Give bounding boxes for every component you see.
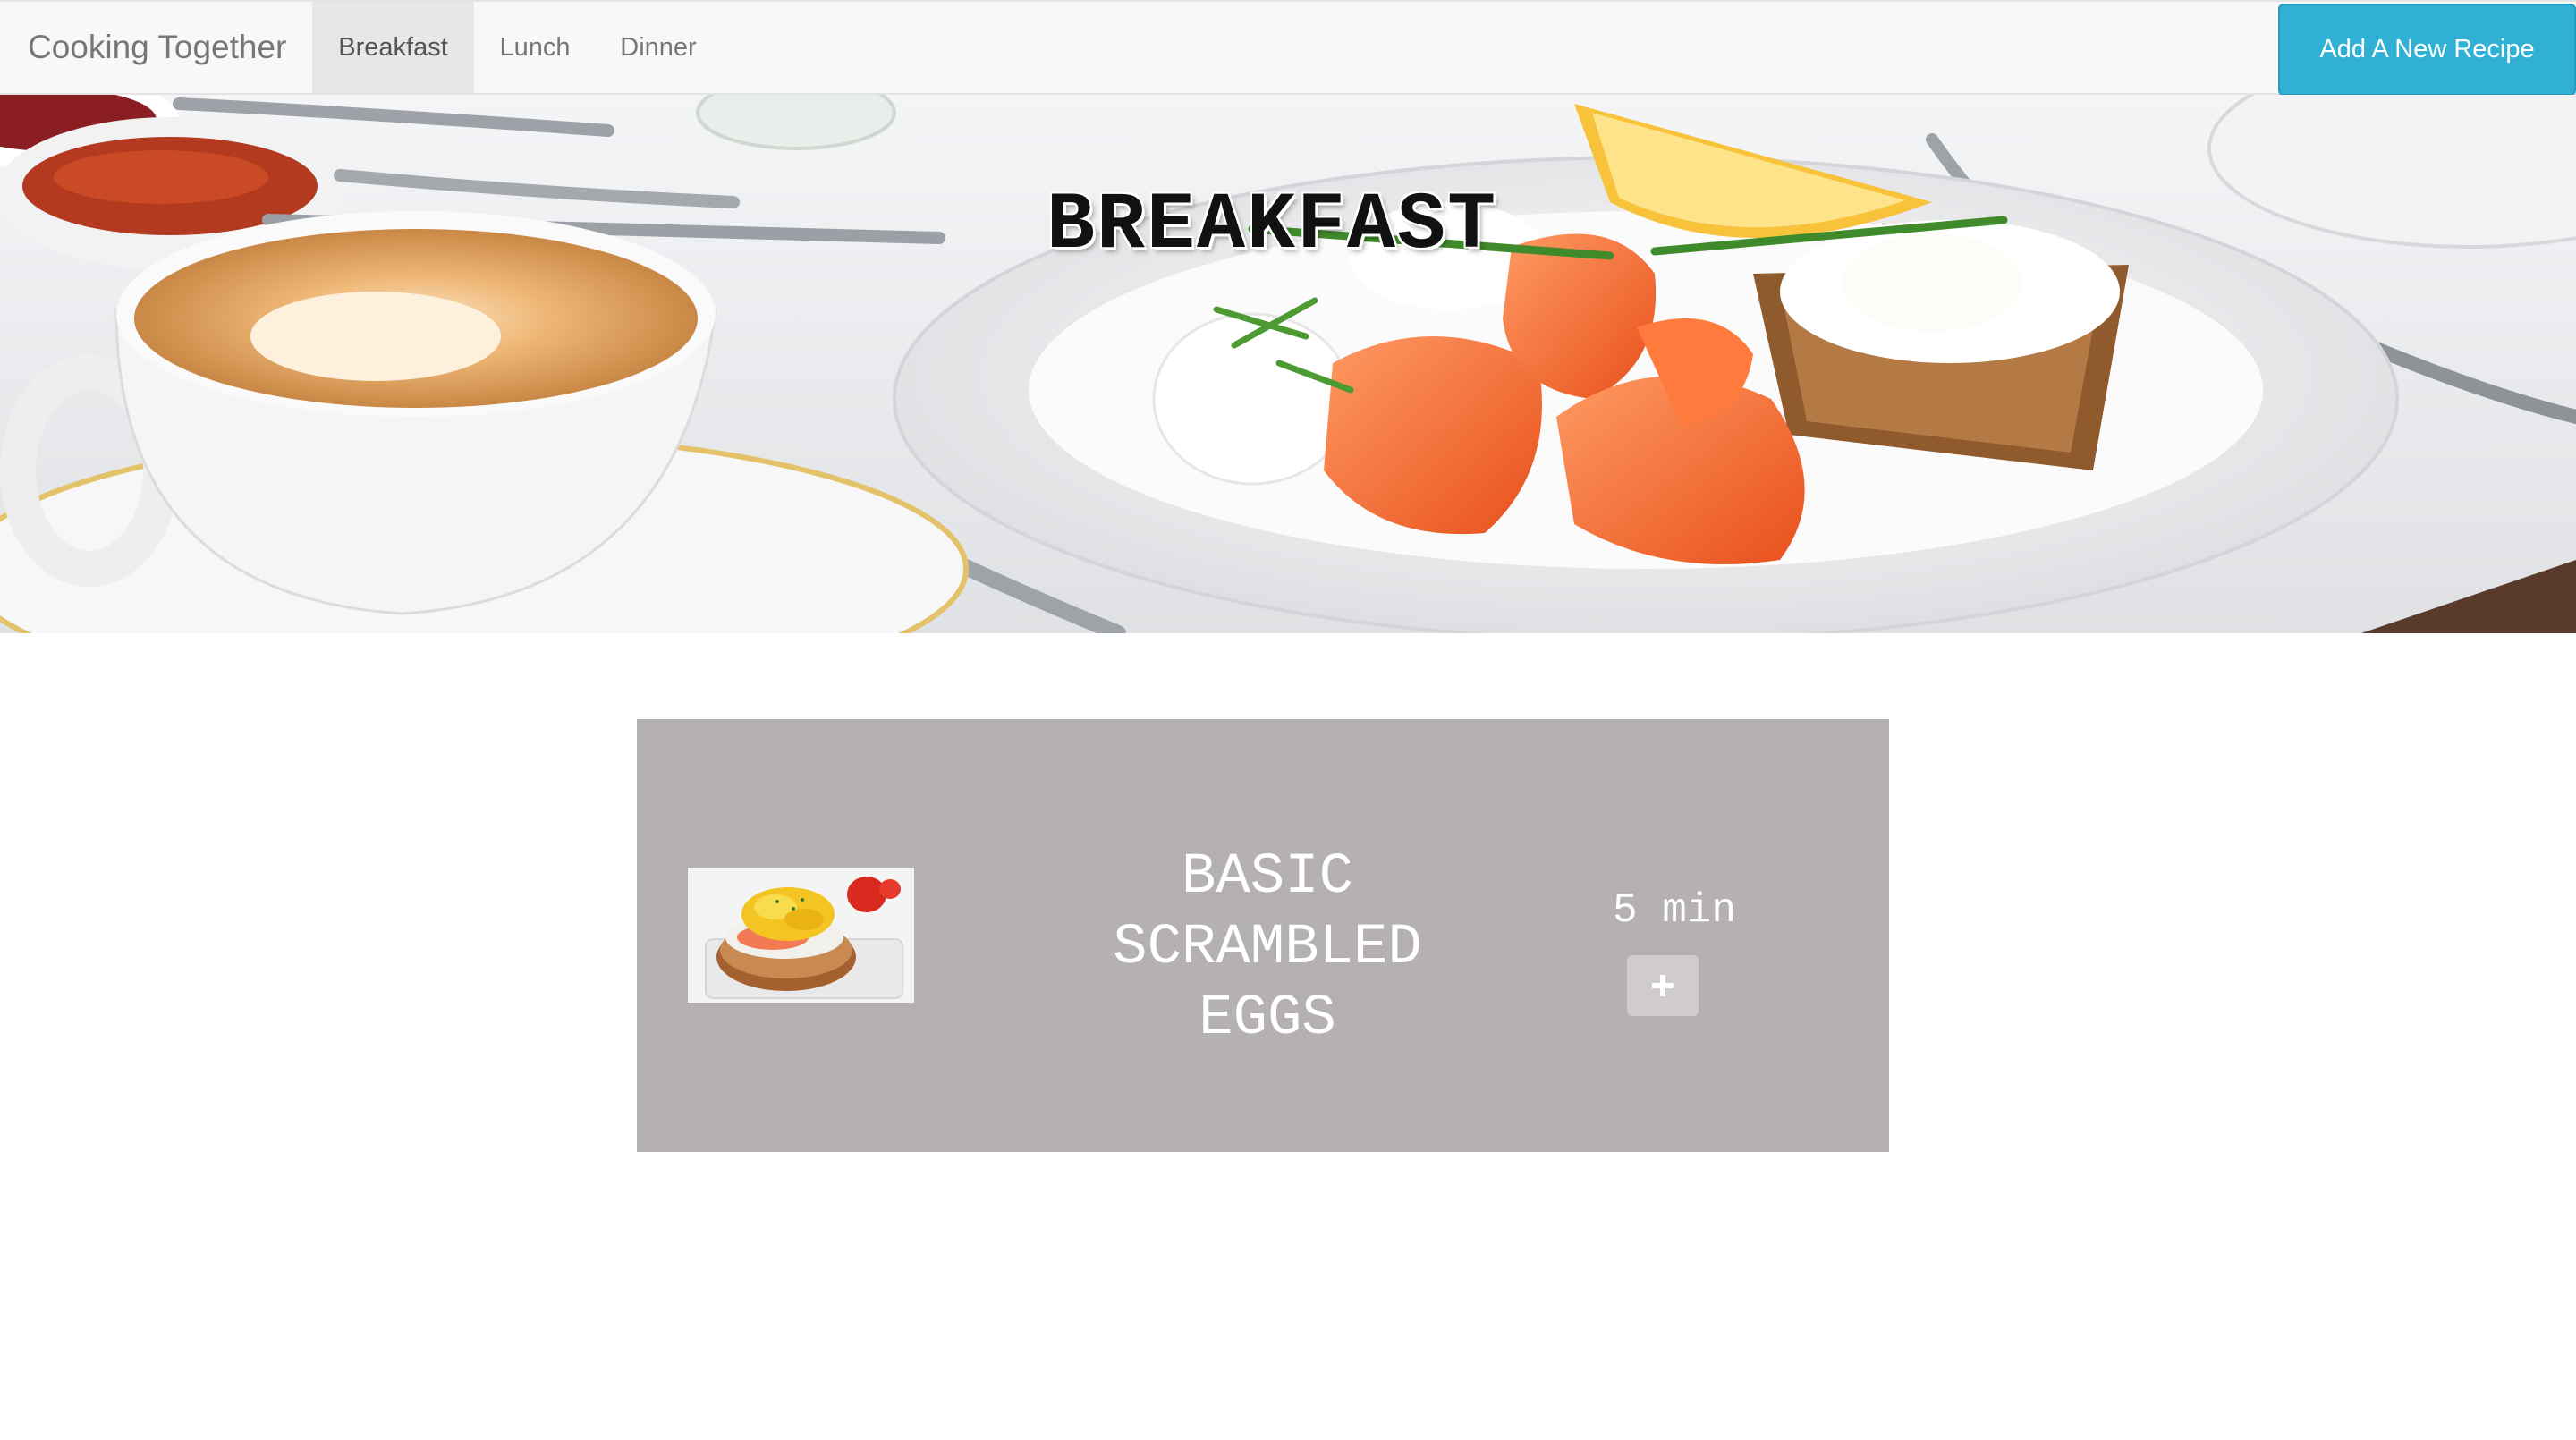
add-to-list-button[interactable] <box>1627 955 1699 1016</box>
hero-title: BREAKFAST <box>1046 181 1498 272</box>
recipe-card: BASIC SCRAMBLED EGGS 5 min <box>637 719 1889 1152</box>
top-navbar: Cooking Together Breakfast Lunch Dinner … <box>0 0 2576 96</box>
recipe-title-line: BASIC <box>1181 845 1354 910</box>
recipe-title-line: EGGS <box>1199 987 1336 1051</box>
breakfast-table-photo <box>0 95 2576 633</box>
recipe-time: 5 min <box>1612 887 1737 934</box>
nav-tab-dinner[interactable]: Dinner <box>596 2 721 93</box>
nav-tabs: Breakfast Lunch Dinner <box>312 2 721 93</box>
recipe-thumbnail[interactable] <box>688 868 914 1003</box>
hero-banner: BREAKFAST <box>0 95 2576 633</box>
recipe-title-line: SCRAMBLED <box>1113 916 1422 980</box>
recipe-title[interactable]: BASIC SCRAMBLED EGGS <box>977 843 1558 1055</box>
brand-link[interactable]: Cooking Together <box>28 2 286 93</box>
add-new-recipe-button[interactable]: Add A New Recipe <box>2278 4 2576 96</box>
nav-tab-lunch[interactable]: Lunch <box>474 2 596 93</box>
nav-tab-breakfast[interactable]: Breakfast <box>312 2 474 93</box>
scrambled-eggs-bagel-photo <box>688 868 914 1003</box>
